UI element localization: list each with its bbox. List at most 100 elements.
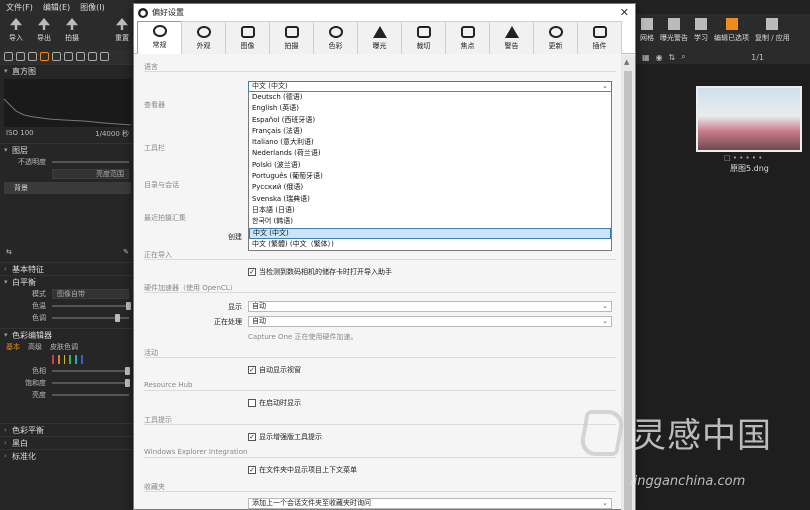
grid-button[interactable]: 网格: [640, 14, 654, 50]
menu-image[interactable]: 图像(I): [80, 2, 105, 13]
brush-icon[interactable]: ✎: [123, 248, 129, 256]
layer-background[interactable]: 背景: [4, 182, 131, 194]
browser-sort-icon[interactable]: ⇅: [669, 53, 676, 62]
tab-general[interactable]: 常规: [137, 21, 182, 54]
menu-file[interactable]: 文件(F): [6, 2, 33, 13]
thumbnail-rating[interactable]: □ • • • • •: [724, 154, 762, 162]
copy-apply-button[interactable]: 复制 / 应用: [755, 14, 790, 50]
tab-image[interactable]: 图像: [225, 21, 270, 54]
tab-appearance[interactable]: 外观: [181, 21, 226, 54]
browser-grid-icon[interactable]: ▦: [642, 53, 650, 62]
wb-mode-select[interactable]: 图像自带: [52, 289, 129, 299]
ce-tab-basic[interactable]: 基本: [6, 342, 20, 352]
temp-slider-knob[interactable]: [125, 302, 131, 310]
language-option[interactable]: 한국어 (韩语): [249, 216, 611, 227]
saturation-slider-knob[interactable]: [125, 379, 131, 387]
language-option[interactable]: Deutsch (德语): [249, 92, 611, 103]
tool-tab-exposure-icon[interactable]: [52, 52, 61, 61]
tool-tab-lens-icon[interactable]: [28, 52, 37, 61]
basic-header[interactable]: › 基本特征: [0, 262, 135, 275]
language-option[interactable]: 中文 (繁體) (中文（繁体）): [249, 239, 611, 250]
tab-crop[interactable]: 裁切: [401, 21, 446, 54]
import-button[interactable]: 导入: [4, 14, 28, 50]
ce-tab-advanced[interactable]: 高级: [28, 342, 42, 352]
favorites-select[interactable]: 添加上一个会话文件夹至收藏夹时询问 ⌄: [248, 498, 612, 509]
tool-tab-adjust-icon[interactable]: [76, 52, 85, 61]
edit-selected-button[interactable]: 编辑已选项: [714, 14, 749, 50]
language-option-selected[interactable]: 中文 (中文): [249, 227, 611, 239]
capture-button[interactable]: 拍摄: [60, 14, 84, 50]
language-option[interactable]: Italiano (意大利语): [249, 137, 611, 148]
reset-button[interactable]: 重置: [110, 14, 134, 50]
language-option[interactable]: Русский (俄语): [249, 182, 611, 193]
menu-edit[interactable]: 编辑(E): [43, 2, 70, 13]
processing-select[interactable]: 自动 ⌄: [248, 316, 612, 327]
hue-slider[interactable]: [52, 367, 131, 375]
browser-eye-icon[interactable]: ◉: [656, 53, 663, 62]
language-option[interactable]: 日本語 (日语): [249, 205, 611, 216]
checkbox-checked[interactable]: ✓: [248, 268, 256, 276]
tool-tab-color-icon[interactable]: [40, 52, 49, 61]
tint-slider[interactable]: [52, 314, 129, 322]
tab-focus[interactable]: 焦点: [445, 21, 490, 54]
language-option[interactable]: Français (法语): [249, 126, 611, 137]
exposure-warning-button[interactable]: 曝光警告: [660, 14, 688, 50]
tool-tab-output-icon[interactable]: [100, 52, 109, 61]
opacity-slider[interactable]: [52, 161, 129, 163]
tab-update[interactable]: 更新: [533, 21, 578, 54]
import-assistant-check[interactable]: ✓ 当检测到数码相机的储存卡时打开导入助手: [248, 267, 392, 277]
tab-capture[interactable]: 拍摄: [269, 21, 314, 54]
thumbnail-image[interactable]: [696, 86, 802, 152]
checkbox-unchecked[interactable]: [248, 399, 256, 407]
tool-tab-capture-icon[interactable]: [16, 52, 25, 61]
lightness-slider[interactable]: [52, 394, 129, 396]
bw-header[interactable]: › 黑白: [0, 436, 135, 449]
tooltips-check[interactable]: ✓ 显示增强版工具提示: [248, 432, 322, 442]
swatch-green[interactable]: [69, 355, 72, 364]
close-icon[interactable]: ✕: [620, 6, 629, 19]
language-option[interactable]: Polski (波兰语): [249, 160, 611, 171]
tool-tab-details-icon[interactable]: [64, 52, 73, 61]
tab-plugins[interactable]: 插件: [577, 21, 622, 54]
swatch-cyan[interactable]: [75, 355, 78, 364]
wb-header[interactable]: ▾ 白平衡: [0, 275, 135, 288]
checkbox-checked[interactable]: ✓: [248, 433, 256, 441]
color-balance-header[interactable]: › 色彩平衡: [0, 423, 135, 436]
saturation-slider[interactable]: [52, 379, 131, 387]
tab-warnings[interactable]: 警告: [489, 21, 534, 54]
language-option[interactable]: Español (西班牙语): [249, 115, 611, 126]
checkbox-checked[interactable]: ✓: [248, 466, 256, 474]
normalize-header[interactable]: › 标准化: [0, 449, 135, 462]
ce-tab-skin[interactable]: 皮肤色调: [50, 342, 78, 352]
tool-tab-library-icon[interactable]: [4, 52, 13, 61]
explorer-check[interactable]: ✓ 在文件夹中显示项目上下文菜单: [248, 465, 357, 475]
scroll-up-icon[interactable]: ▲: [624, 58, 629, 66]
add-layer-icon[interactable]: ⇆: [6, 248, 12, 256]
brightness-range-field[interactable]: 亮度范围: [52, 169, 129, 179]
language-option[interactable]: Svenska (瑞典语): [249, 194, 611, 205]
tab-color[interactable]: 色彩: [313, 21, 358, 54]
tint-slider-knob[interactable]: [115, 314, 121, 322]
tool-tab-meta-icon[interactable]: [88, 52, 97, 61]
swatch-red[interactable]: [52, 355, 54, 364]
checkbox-checked[interactable]: ✓: [248, 366, 256, 374]
layers-header[interactable]: ▾ 图层: [0, 143, 135, 156]
histogram-header[interactable]: ▾ 直方图: [0, 64, 135, 77]
temp-slider[interactable]: [52, 302, 131, 310]
mode-label: 模式: [32, 290, 46, 298]
swatch-orange[interactable]: [57, 355, 60, 364]
display-select[interactable]: 自动 ⌄: [248, 301, 612, 312]
tab-exposure[interactable]: 曝光: [357, 21, 402, 54]
export-button[interactable]: 导出: [32, 14, 56, 50]
hue-slider-knob[interactable]: [125, 367, 131, 375]
learn-button[interactable]: 学习: [694, 14, 708, 50]
activity-check[interactable]: ✓ 自动显示视窗: [248, 365, 301, 375]
swatch-yellow[interactable]: [63, 355, 66, 364]
language-option[interactable]: English (英语): [249, 103, 611, 114]
hub-check[interactable]: 在启动时显示: [248, 398, 301, 408]
language-option[interactable]: Nederlands (荷兰语): [249, 148, 611, 159]
language-option[interactable]: Português (葡萄牙语): [249, 171, 611, 182]
color-editor-header[interactable]: ▾ 色彩编辑器: [0, 328, 135, 341]
browser-search-icon[interactable]: ⌕: [681, 52, 685, 62]
swatch-blue[interactable]: [81, 355, 83, 364]
